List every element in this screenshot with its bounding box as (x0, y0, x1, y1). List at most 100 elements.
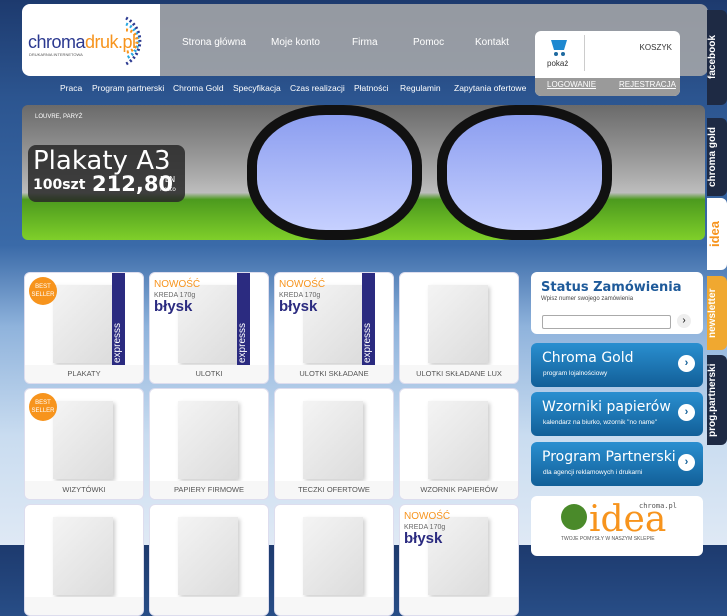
arrow-right-icon: › (678, 454, 695, 471)
divider (584, 35, 585, 71)
arrow-right-icon: › (678, 404, 695, 421)
product-card[interactable] (24, 504, 144, 616)
banner-caption: LOUVRE, PARYŻ (35, 114, 83, 120)
logo[interactable]: chromadruk.pl DRUKARNIA INTERNETOWA (22, 4, 160, 76)
subnav-quotes[interactable]: Zapytania ofertowe (454, 83, 526, 93)
product-label: PLAKATY (25, 365, 143, 383)
product-card[interactable]: BEST SELLER WIZYTÓWKI (24, 388, 144, 500)
idea-slogan: TWOJE POMYSŁY W NASZYM SKLEPIE (561, 536, 655, 542)
order-status-title: Status Zamówienia (541, 280, 682, 295)
product-label: WIZYTÓWKI (25, 481, 143, 499)
product-image (303, 401, 363, 479)
tab-facebook[interactable]: facebook (707, 10, 727, 105)
product-card[interactable]: NOWOŚĆ KREDA 170g błysk expresss ULOTKI SKŁA… (274, 272, 394, 384)
order-status-panel: Status Zamówienia Wpisz numer swojego za… (531, 272, 703, 334)
cart-icon[interactable] (549, 37, 569, 57)
cart-show-link[interactable]: pokaż (547, 59, 568, 68)
product-image (428, 401, 488, 479)
express-ribbon: expresss (237, 273, 250, 367)
product-label: ULOTKI (150, 365, 268, 383)
product-card[interactable]: PAPIERY FIRMOWE (149, 388, 269, 500)
gloss-label: błysk (279, 298, 318, 315)
promo-title: Wzorniki papierów (542, 399, 671, 415)
banner-net: netto (160, 186, 176, 193)
product-card[interactable] (149, 504, 269, 616)
logo-dots-icon (125, 16, 142, 66)
product-card[interactable]: NOWOŚĆ KREDA 170g błysk expresss ULOTKI (149, 272, 269, 384)
subnav-time[interactable]: Czas realizacji (290, 83, 345, 93)
price-box: Plakaty A3 100szt 212,80 PLN netto (28, 145, 185, 202)
new-badge: NOWOŚĆ KREDA 170g błysk (279, 279, 326, 315)
nav-company[interactable]: Firma (352, 37, 378, 48)
promo-desc: kalendarz na biurko, wzornik "no name" (543, 419, 658, 426)
submit-arrow-icon[interactable]: › (677, 314, 691, 328)
product-card[interactable]: TECZKI OFERTOWE (274, 388, 394, 500)
promo-chroma-gold[interactable]: Chroma Gold program lojalnościowy › (531, 343, 703, 387)
nav-help[interactable]: Pomoc (413, 37, 444, 48)
nav-contact[interactable]: Kontakt (475, 37, 509, 48)
best-seller-badge: BEST SELLER (29, 277, 57, 305)
nav-home[interactable]: Strona główna (182, 37, 246, 48)
idea-banner[interactable]: idea chroma.pl TWOJE POMYSŁY W NASZYM SK… (531, 496, 703, 556)
banner-currency: PLN (160, 175, 176, 184)
product-label: PAPIERY FIRMOWE (150, 481, 268, 499)
subnav-payments[interactable]: Płatności (354, 83, 389, 93)
order-number-input[interactable] (542, 315, 671, 329)
subnav-partner[interactable]: Program partnerski (92, 83, 164, 93)
subnav-gold[interactable]: Chroma Gold (173, 83, 224, 93)
nav-account[interactable]: Moje konto (271, 37, 320, 48)
product-image (53, 401, 113, 479)
product-label: WZORNIK PAPIERÓW (400, 481, 518, 499)
product-card[interactable]: BEST SELLER expresss PLAKATY (24, 272, 144, 384)
promo-desc: program lojalnościowy (543, 370, 608, 377)
subnav-terms[interactable]: Regulamin (400, 83, 441, 93)
subnav-spec[interactable]: Specyfikacja (233, 83, 281, 93)
arrow-right-icon: › (678, 355, 695, 372)
tab-partner[interactable]: prog.partnerski (707, 355, 727, 445)
idea-brand: chroma.pl (639, 502, 677, 510)
product-card[interactable]: WZORNIK PAPIERÓW (399, 388, 519, 500)
promo-title: Program Partnerski (542, 449, 676, 465)
subnav-jobs[interactable]: Praca (60, 83, 82, 93)
promo-banner[interactable]: LOUVRE, PARYŻ Plakaty A3 100szt 212,80 P… (22, 105, 705, 240)
tree-icon (561, 504, 587, 530)
product-card[interactable]: NOWOŚĆ KREDA 170g błysk (399, 504, 519, 616)
product-image (178, 401, 238, 479)
cart-panel: pokaż KOSZYK LOGOWANIE REJESTRACJA (535, 31, 680, 96)
tab-idea[interactable]: idea (707, 198, 727, 270)
cart-title[interactable]: KOSZYK (640, 43, 672, 52)
new-label: NOWOŚĆ (279, 279, 326, 290)
best-seller-badge: BEST SELLER (29, 393, 57, 421)
product-label: TECZKI OFERTOWE (275, 481, 393, 499)
promo-partner-program[interactable]: Program Partnerski dla agencji reklamowyc… (531, 442, 703, 486)
new-badge: NOWOŚĆ KREDA 170g błysk (404, 511, 451, 547)
banner-qty: 100szt (33, 177, 86, 193)
glasses-lens (247, 105, 422, 240)
product-image (303, 517, 363, 595)
product-card[interactable] (274, 504, 394, 616)
tab-chroma-gold[interactable]: chroma gold (707, 118, 727, 196)
product-label (275, 597, 393, 615)
promo-title: Chroma Gold (542, 350, 634, 366)
product-label (150, 597, 268, 615)
express-ribbon: expresss (112, 273, 125, 367)
new-label: NOWOŚĆ (154, 279, 201, 290)
product-image (178, 517, 238, 595)
register-link[interactable]: REJESTRACJA (619, 80, 676, 89)
product-image (53, 517, 113, 595)
tab-newsletter[interactable]: newsletter (707, 276, 727, 350)
new-label: NOWOŚĆ (404, 511, 451, 522)
order-status-hint: Wpisz numer swojego zamówienia (541, 296, 634, 302)
product-image (428, 285, 488, 363)
product-image (53, 285, 113, 363)
gloss-label: błysk (404, 530, 443, 547)
logo-tagline: DRUKARNIA INTERNETOWA (29, 52, 83, 57)
product-card[interactable]: ULOTKI SKŁADANE LUX (399, 272, 519, 384)
express-ribbon: expresss (362, 273, 375, 367)
login-link[interactable]: LOGOWANIE (547, 80, 596, 89)
product-label (400, 597, 518, 615)
promo-paper-samples[interactable]: Wzorniki papierów kalendarz na biurko, wz… (531, 392, 703, 436)
product-label: ULOTKI SKŁADANE LUX (400, 365, 518, 383)
glasses-lens (437, 105, 612, 240)
product-label (25, 597, 143, 615)
